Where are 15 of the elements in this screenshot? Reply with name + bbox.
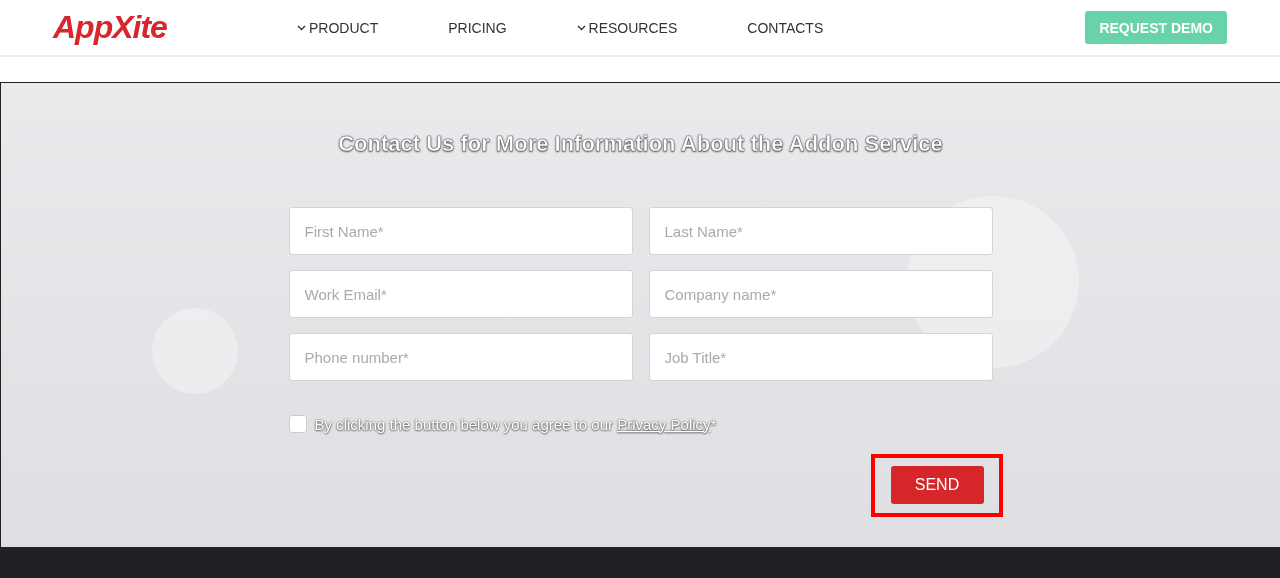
input-field[interactable]: Last Name*	[648, 207, 993, 255]
input-field[interactable]: First Name*	[288, 207, 633, 255]
nav-link[interactable]: PRICING	[448, 19, 507, 36]
nav-link[interactable]: PRODUCT	[297, 19, 379, 36]
send-button[interactable]: SEND	[890, 466, 984, 504]
input-field[interactable]: Phone number*	[288, 333, 633, 381]
consent-text: By clicking the button below you agree to our Privacy Policy*	[314, 415, 717, 433]
checkbox[interactable]	[288, 415, 307, 433]
input-field[interactable]: Company name*	[648, 270, 993, 318]
nav-link[interactable]: RESOURCES	[576, 19, 678, 36]
input-field[interactable]: Job Title*	[648, 333, 993, 381]
nav-link[interactable]: CONTACTS	[747, 19, 824, 36]
form-title: Contact Us for More Information About the Addon Service	[338, 131, 943, 157]
logo[interactable]: AppXite	[53, 9, 173, 46]
input-field[interactable]: Work Email*	[288, 270, 633, 318]
